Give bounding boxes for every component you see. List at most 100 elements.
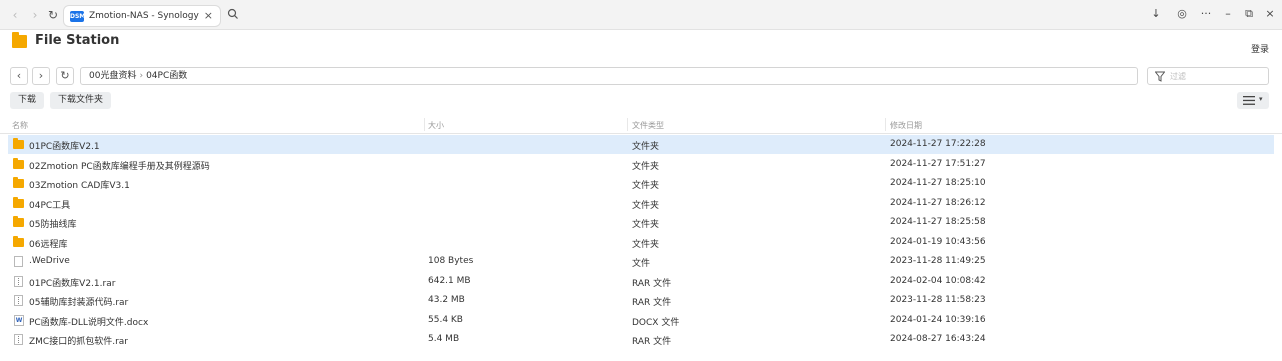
file-type: 文件夹 <box>632 239 660 250</box>
file-name: 06远程库 <box>29 239 68 250</box>
file-type: 文件夹 <box>632 220 660 230</box>
column-header-size[interactable]: 大小 <box>428 120 444 131</box>
filter-input[interactable]: 过滤 <box>1147 67 1269 85</box>
file-type: 文件夹 <box>632 142 660 152</box>
table-row[interactable]: 01PC函数库V2.1.rar 642.1 MB RAR 文件 2024-02-04 … <box>8 272 1274 291</box>
forward-button[interactable]: › <box>32 67 50 85</box>
file-icon <box>14 256 23 267</box>
globe-icon[interactable]: ◎ <box>1174 7 1190 21</box>
app-header: File Station 登录 <box>0 30 1282 60</box>
file-type: DOCX 文件 <box>632 317 680 328</box>
browser-tab[interactable]: DSM Zmotion-NAS - Synology N × <box>63 5 221 27</box>
file-size: 108 Bytes <box>428 256 474 266</box>
column-header-modified[interactable]: 修改日期 <box>890 120 922 131</box>
file-type: 文件夹 <box>632 161 660 172</box>
reload-icon[interactable]: ↻ <box>46 8 60 22</box>
column-header-name[interactable]: 名称 <box>12 120 28 131</box>
file-modified: 2024-02-04 10:08:42 <box>890 275 986 286</box>
tab-search-icon[interactable] <box>226 7 240 21</box>
chevron-down-icon: ▾ <box>1259 95 1263 103</box>
dsm-favicon-icon: DSM <box>70 11 86 22</box>
file-modified: 2023-11-28 11:49:25 <box>890 256 986 266</box>
file-modified: 2024-11-27 18:26:12 <box>890 197 986 208</box>
more-menu-icon[interactable]: ··· <box>1198 7 1214 21</box>
refresh-icon: ↻ <box>60 69 70 82</box>
list-view-icon <box>1243 96 1255 105</box>
login-link[interactable]: 登录 <box>1251 42 1269 55</box>
file-size: 55.4 KB <box>428 314 463 325</box>
folder-icon <box>13 138 24 149</box>
file-name: 04PC工具 <box>29 200 71 211</box>
folder-icon <box>13 196 24 208</box>
table-row[interactable]: 01PC函数库V2.1 文件夹 2024-11-27 17:22:28 <box>8 135 1274 154</box>
file-type: 文件 <box>632 259 651 269</box>
file-name: ZMC接口的抓包软件.rar <box>29 337 128 347</box>
table-row[interactable]: W PC函数库-DLL说明文件.docx 55.4 KB DOCX 文件 2024-01… <box>8 311 1274 330</box>
file-name: .WeDrive <box>29 256 70 266</box>
file-type: RAR 文件 <box>632 278 672 289</box>
table-row[interactable]: 05防抽线库 文件夹 2024-11-27 18:25:58 <box>8 213 1274 232</box>
file-modified: 2023-11-28 11:58:23 <box>890 295 986 305</box>
column-divider[interactable] <box>627 118 628 131</box>
tab-title: Zmotion-NAS - Synology N <box>89 11 199 21</box>
back-icon[interactable]: ‹ <box>8 8 22 22</box>
back-button[interactable]: ‹ <box>10 67 28 85</box>
file-modified: 2024-08-27 16:43:24 <box>890 334 986 344</box>
view-mode-button[interactable]: ▾ <box>1237 92 1269 109</box>
file-name: 05防抽线库 <box>29 220 77 230</box>
file-type: RAR 文件 <box>632 337 672 347</box>
file-name: 05辅助库封装源代码.rar <box>29 298 129 308</box>
table-row[interactable]: 05辅助库封装源代码.rar 43.2 MB RAR 文件 2023-11-28 11… <box>8 291 1274 310</box>
table-row[interactable]: 02Zmotion PC函数库编程手册及其例程源码 文件夹 2024-11-27 1… <box>8 155 1274 174</box>
file-station-folder-icon <box>12 32 27 48</box>
breadcrumb-separator-icon: › <box>139 71 144 81</box>
file-modified: 2024-11-27 18:25:58 <box>890 217 986 227</box>
file-name: 03Zmotion CAD库V3.1 <box>29 181 130 191</box>
archive-icon <box>14 295 23 306</box>
folder-icon <box>13 216 24 227</box>
file-name: PC函数库-DLL说明文件.docx <box>29 317 149 328</box>
file-name: 01PC函数库V2.1 <box>29 142 100 152</box>
download-button[interactable]: 下载 <box>10 92 44 109</box>
table-row[interactable]: ZMC接口的抓包软件.rar 5.4 MB RAR 文件 2024-08-27 16:… <box>8 330 1274 349</box>
table-row[interactable]: 04PC工具 文件夹 2024-11-27 18:26:12 <box>8 194 1274 213</box>
column-header-type[interactable]: 文件类型 <box>632 120 664 131</box>
file-type: RAR 文件 <box>632 298 672 308</box>
file-modified: 2024-01-24 10:39:16 <box>890 314 986 325</box>
close-window-icon[interactable]: × <box>1262 7 1278 21</box>
download-status-icon[interactable]: ↓ <box>1148 7 1164 21</box>
refresh-button[interactable]: ↻ <box>56 67 74 85</box>
app-title: File Station <box>35 33 120 48</box>
table-row[interactable]: 06远程库 文件夹 2024-01-19 10:43:56 <box>8 233 1274 252</box>
column-divider[interactable] <box>424 118 425 131</box>
download-folder-button[interactable]: 下载文件夹 <box>50 92 111 109</box>
file-modified: 2024-01-19 10:43:56 <box>890 236 986 247</box>
folder-icon <box>13 177 24 188</box>
file-size: 5.4 MB <box>428 334 460 344</box>
minimize-icon[interactable]: – <box>1220 7 1236 21</box>
table-row[interactable]: .WeDrive 108 Bytes 文件 2023-11-28 11:49:25 <box>8 252 1274 271</box>
file-type: 文件夹 <box>632 200 660 211</box>
chevron-right-icon: › <box>38 69 44 82</box>
word-doc-icon: W <box>14 314 24 326</box>
breadcrumb-item[interactable]: 00光盘资料 <box>89 71 136 81</box>
file-size: 642.1 MB <box>428 275 471 286</box>
archive-icon <box>14 334 23 345</box>
file-name: 01PC函数库V2.1.rar <box>29 278 116 289</box>
file-modified: 2024-11-27 17:22:28 <box>890 139 986 149</box>
folder-icon <box>13 157 24 169</box>
browser-tab-bar: ‹ › ↻ DSM Zmotion-NAS - Synology N × ↓ ◎… <box>0 0 1282 30</box>
chevron-left-icon: ‹ <box>16 69 22 82</box>
folder-icon <box>13 235 24 247</box>
breadcrumb-item-current[interactable]: 04PC函数 <box>146 71 187 81</box>
breadcrumb[interactable]: 00光盘资料 › 04PC函数 <box>80 67 1138 85</box>
file-size: 43.2 MB <box>428 295 465 305</box>
filter-placeholder: 过滤 <box>1170 72 1186 81</box>
column-divider[interactable] <box>885 118 886 131</box>
file-modified: 2024-11-27 18:25:10 <box>890 178 986 188</box>
file-type: 文件夹 <box>632 181 660 191</box>
forward-icon[interactable]: › <box>28 8 42 22</box>
close-tab-icon[interactable]: × <box>204 9 213 22</box>
table-row[interactable]: 03Zmotion CAD库V3.1 文件夹 2024-11-27 18:25:10 <box>8 174 1274 193</box>
restore-icon[interactable]: ⧉ <box>1241 7 1257 21</box>
